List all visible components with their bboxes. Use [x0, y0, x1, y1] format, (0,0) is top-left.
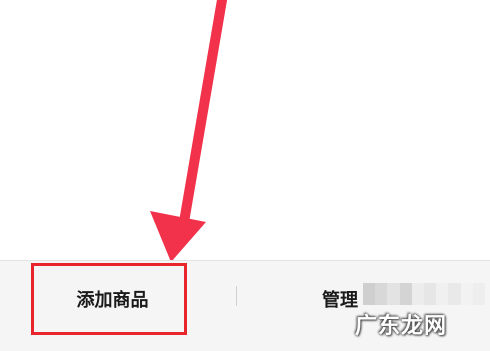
manage-label: 管理: [322, 290, 358, 311]
watermark: 广东龙网: [355, 314, 448, 339]
redaction-mosaic: [363, 283, 485, 305]
page: 添加商品 管理 广东龙网: [0, 0, 490, 351]
add-product-label: 添加商品: [76, 290, 149, 311]
add-product-button[interactable]: 添加商品: [0, 261, 225, 337]
divider: [236, 286, 237, 306]
